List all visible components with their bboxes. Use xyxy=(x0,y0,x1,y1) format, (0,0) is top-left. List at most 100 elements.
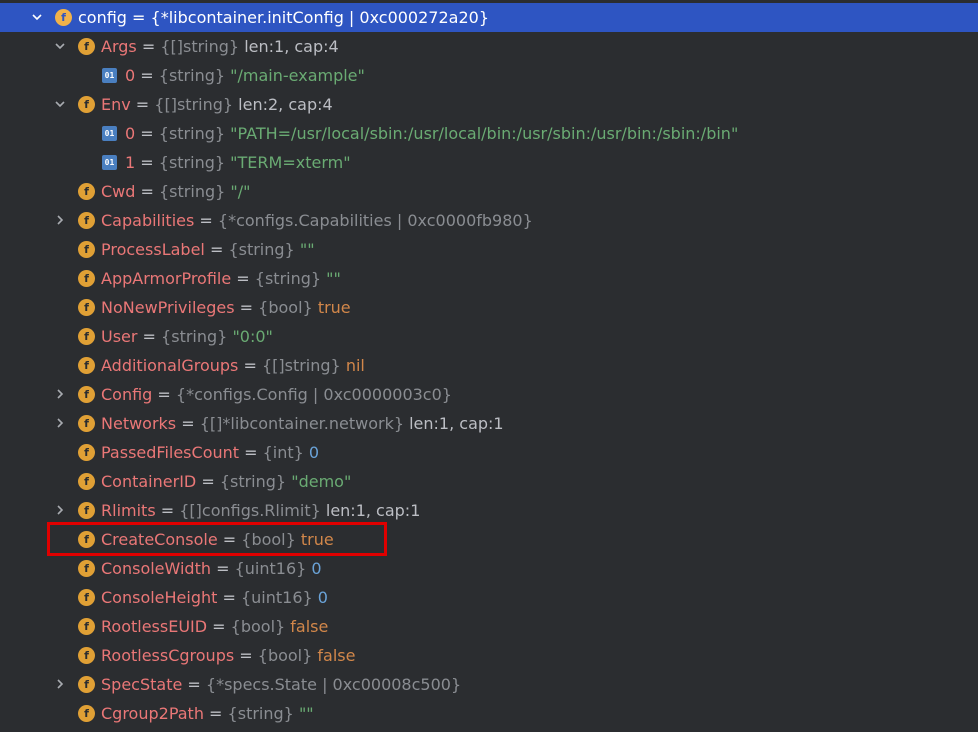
tree-row-consoleheight[interactable]: f ConsoleHeight = {uint16} 0 xyxy=(0,583,978,612)
variable-name: Cwd xyxy=(101,182,136,201)
equals-sign: = xyxy=(182,675,206,694)
equals-sign: = xyxy=(217,588,241,607)
variable-value: false xyxy=(290,617,329,636)
chevron-right-icon[interactable] xyxy=(53,677,67,691)
variable-name: Rlimits xyxy=(101,501,156,520)
variable-value: 0 xyxy=(317,588,328,607)
variable-text: AdditionalGroups = {[]string} nil xyxy=(101,355,365,376)
variable-text: SpecState = {*specs.State | 0xc00008c500… xyxy=(101,674,461,695)
variable-name: Cgroup2Path xyxy=(101,704,204,723)
equals-sign: = xyxy=(135,182,159,201)
variable-text: Capabilities = {*configs.Capabilities | … xyxy=(101,210,533,231)
tree-row-cwd[interactable]: f Cwd = {string} "/" xyxy=(0,177,978,206)
variable-text: Config = {*configs.Config | 0xc0000003c0… xyxy=(101,384,452,405)
chevron-down-icon[interactable] xyxy=(53,39,67,53)
variable-type: {string} xyxy=(159,182,226,201)
tree-row-user[interactable]: f User = {string} "0:0" xyxy=(0,322,978,351)
variable-value: 0 xyxy=(311,559,322,578)
chevron-right-icon[interactable] xyxy=(53,416,67,430)
tree-row-consolewidth[interactable]: f ConsoleWidth = {uint16} 0 xyxy=(0,554,978,583)
tree-row-rootlesseuid[interactable]: f RootlessEUID = {bool} false xyxy=(0,612,978,641)
variable-name: config xyxy=(78,8,127,27)
variable-type: {string} xyxy=(227,704,294,723)
chevron-down-icon[interactable] xyxy=(30,10,44,24)
tree-row-env[interactable]: f Env = {[]string} len:2, cap:4 xyxy=(0,90,978,119)
field-icon: f xyxy=(78,560,95,577)
field-icon: f xyxy=(78,241,95,258)
equals-sign: = xyxy=(239,443,263,462)
variable-text: Cwd = {string} "/" xyxy=(101,181,251,202)
field-icon: f xyxy=(78,386,95,403)
variable-value: "PATH=/usr/local/sbin:/usr/local/bin:/us… xyxy=(230,124,739,143)
variable-name: PassedFilesCount xyxy=(101,443,240,462)
equals-sign: = xyxy=(126,8,151,27)
debugger-variables-tree: f config = {*libcontainer.initConfig | 0x… xyxy=(0,0,978,732)
equals-sign: = xyxy=(231,269,255,288)
tree-row-cgroup2path[interactable]: f Cgroup2Path = {string} "" xyxy=(0,699,978,728)
variable-text: 1 = {string} "TERM=xterm" xyxy=(125,152,351,173)
variable-name: AppArmorProfile xyxy=(101,269,232,288)
tree-row-config[interactable]: f config = {*libcontainer.initConfig | 0x… xyxy=(0,3,978,32)
chevron-down-icon[interactable] xyxy=(53,97,67,111)
variable-type: {uint16} xyxy=(240,588,313,607)
equals-sign: = xyxy=(176,414,200,433)
variable-value: len:1, cap:4 xyxy=(244,37,339,56)
array-element-icon: 01 xyxy=(102,68,117,83)
variable-name: ProcessLabel xyxy=(101,240,205,259)
tree-row-rlimits[interactable]: f Rlimits = {[]configs.Rlimit} len:1, cap… xyxy=(0,496,978,525)
equals-sign: = xyxy=(135,66,159,85)
tree-row-config[interactable]: f Config = {*configs.Config | 0xc0000003c… xyxy=(0,380,978,409)
variable-name: Env xyxy=(101,95,131,114)
variable-value: "TERM=xterm" xyxy=(230,153,351,172)
tree-row-1[interactable]: 01 1 = {string} "TERM=xterm" xyxy=(0,148,978,177)
variable-type: {*libcontainer.initConfig | 0xc000272a20… xyxy=(150,8,489,27)
equals-sign: = xyxy=(136,37,161,56)
variable-type: {bool} xyxy=(230,617,286,636)
field-icon: f xyxy=(78,705,95,722)
equals-sign: = xyxy=(152,385,176,404)
variable-type: {string} xyxy=(161,327,228,346)
variable-name: 0 xyxy=(125,66,136,85)
variable-type: {string} xyxy=(254,269,322,288)
variable-type: {[]*libcontainer.network} xyxy=(199,414,405,433)
tree-row-0[interactable]: 01 0 = {string} "/main-example" xyxy=(0,61,978,90)
variable-value: true xyxy=(317,298,351,317)
variable-type: {string} xyxy=(219,472,287,491)
variable-type: {string} xyxy=(158,124,226,143)
variable-type: {bool} xyxy=(257,646,313,665)
tree-row-networks[interactable]: f Networks = {[]*libcontainer.network} le… xyxy=(0,409,978,438)
tree-row-0[interactable]: 01 0 = {string} "PATH=/usr/local/sbin:/us… xyxy=(0,119,978,148)
variable-name: RootlessEUID xyxy=(101,617,208,636)
field-icon: f xyxy=(78,328,95,345)
tree-row-containerid[interactable]: f ContainerID = {string} "demo" xyxy=(0,467,978,496)
variable-name: ConsoleHeight xyxy=(101,588,218,607)
chevron-right-icon[interactable] xyxy=(53,213,67,227)
array-element-icon: 01 xyxy=(102,155,117,170)
variable-text: Rlimits = {[]configs.Rlimit} len:1, cap:… xyxy=(101,500,420,521)
chevron-right-icon[interactable] xyxy=(53,387,67,401)
tree-row-specstate[interactable]: f SpecState = {*specs.State | 0xc00008c50… xyxy=(0,670,978,699)
variable-type: {string} xyxy=(228,240,295,259)
variable-name: Config xyxy=(101,385,153,404)
equals-sign: = xyxy=(155,501,180,520)
variable-text: Cgroup2Path = {string} "" xyxy=(101,703,314,724)
field-icon: f xyxy=(78,357,95,374)
tree-row-passedfilescount[interactable]: f PassedFilesCount = {int} 0 xyxy=(0,438,978,467)
variable-text: ConsoleHeight = {uint16} 0 xyxy=(101,587,328,608)
tree-row-additionalgroups[interactable]: f AdditionalGroups = {[]string} nil xyxy=(0,351,978,380)
variable-name: RootlessCgroups xyxy=(101,646,235,665)
field-icon: f xyxy=(78,270,95,287)
tree-row-capabilities[interactable]: f Capabilities = {*configs.Capabilities |… xyxy=(0,206,978,235)
chevron-right-icon[interactable] xyxy=(53,503,67,517)
tree-row-args[interactable]: f Args = {[]string} len:1, cap:4 xyxy=(0,32,978,61)
tree-row-apparmorprofile[interactable]: f AppArmorProfile = {string} "" xyxy=(0,264,978,293)
equals-sign: = xyxy=(137,327,162,346)
variable-name: SpecState xyxy=(101,675,183,694)
tree-row-rootlesscgroups[interactable]: f RootlessCgroups = {bool} false xyxy=(0,641,978,670)
tree-row-processlabel[interactable]: f ProcessLabel = {string} "" xyxy=(0,235,978,264)
equals-sign: = xyxy=(238,356,262,375)
variable-value: false xyxy=(317,646,356,665)
equals-sign: = xyxy=(211,559,235,578)
tree-row-nonewprivileges[interactable]: f NoNewPrivileges = {bool} true xyxy=(0,293,978,322)
variable-value: "" xyxy=(298,704,314,723)
